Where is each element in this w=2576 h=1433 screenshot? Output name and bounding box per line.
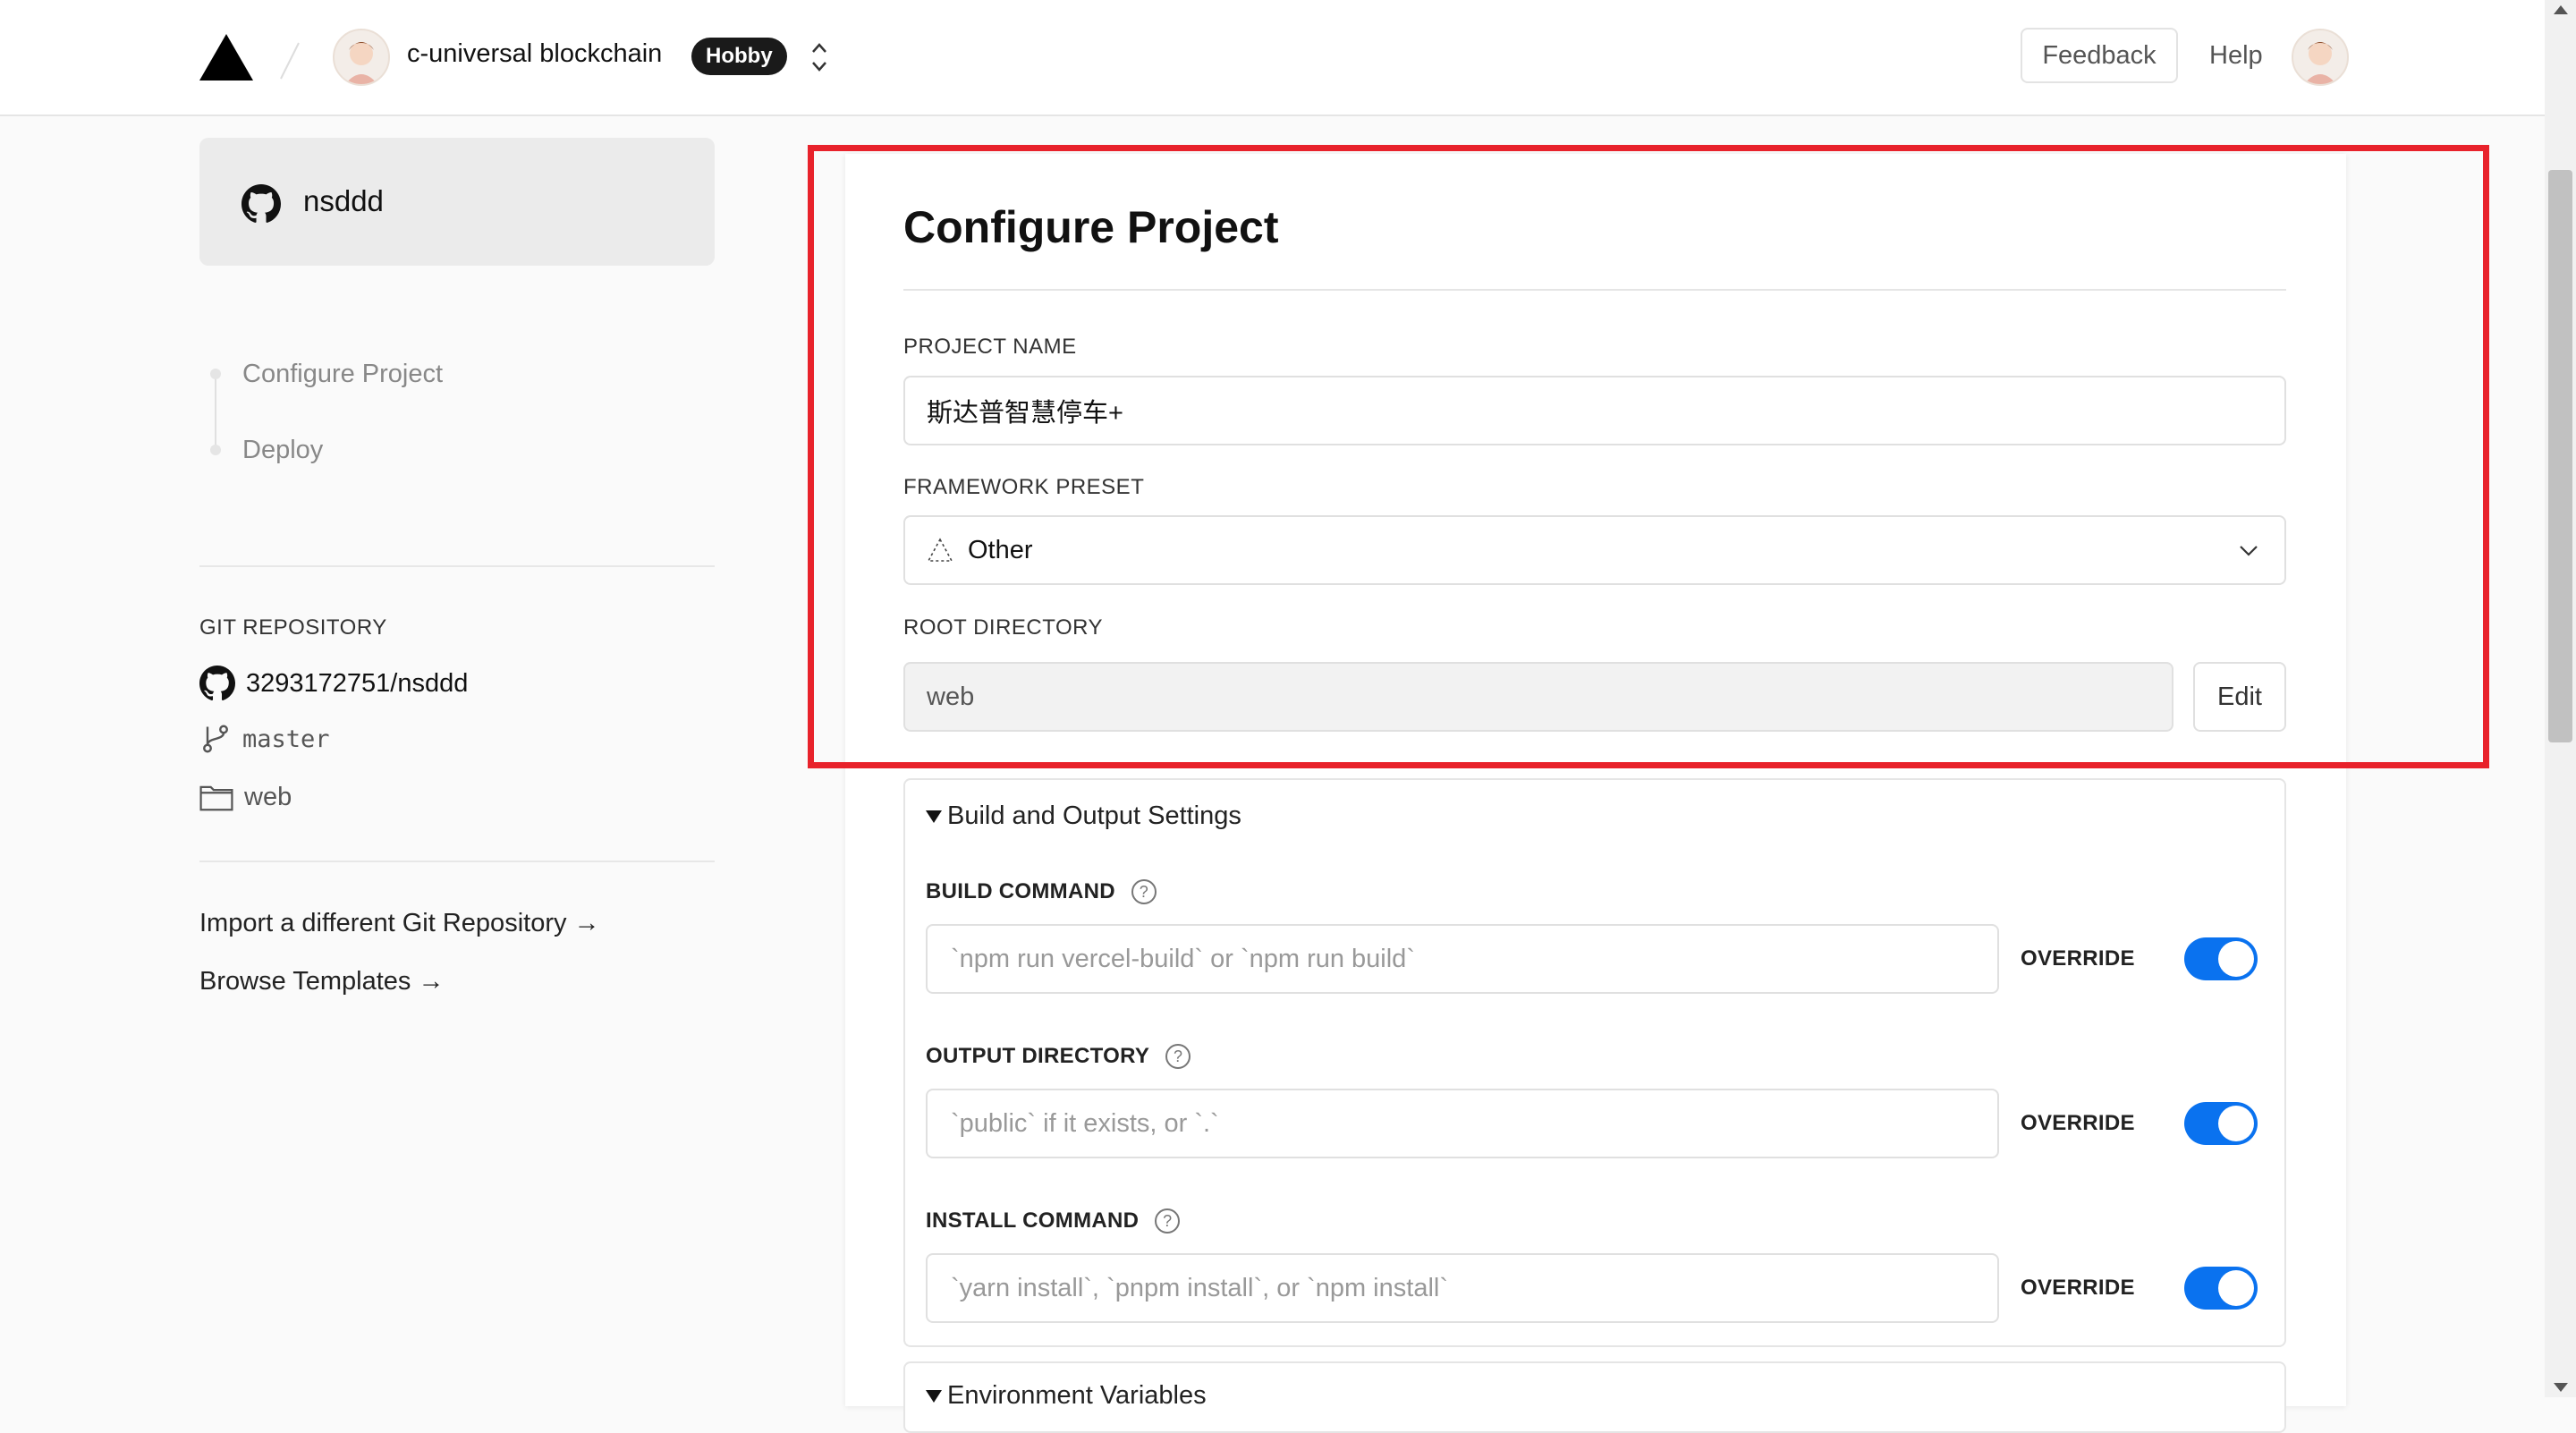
step-configure-project: Configure Project — [242, 360, 444, 388]
output-directory-input[interactable]: `public` if it exists, or `.` — [926, 1089, 1999, 1158]
toggle-knob — [2218, 1270, 2254, 1306]
github-icon — [199, 666, 235, 701]
top-navigation: c-universal blockchain Hobby Feedback He… — [0, 0, 2545, 116]
output-directory-label-row: OUTPUT DIRECTORY ? — [926, 1044, 1191, 1069]
scroll-down-arrow-icon[interactable] — [2554, 1383, 2568, 1392]
branch-name: master — [242, 725, 330, 753]
git-branch-icon — [203, 725, 228, 753]
sidebar-divider — [199, 861, 715, 862]
project-name-input[interactable]: 斯达普智慧停车+ — [903, 376, 2286, 445]
repo-full-name[interactable]: 3293172751/nsddd — [246, 669, 468, 699]
build-output-settings-summary: Build and Output Settings — [947, 801, 1241, 830]
avatar-icon — [345, 42, 377, 84]
avatar-icon — [2304, 42, 2336, 84]
steps-connector — [215, 374, 216, 451]
user-avatar[interactable] — [2292, 29, 2349, 86]
feedback-button[interactable]: Feedback — [2021, 28, 2178, 83]
root-directory-label: ROOT DIRECTORY — [903, 615, 1104, 640]
install-command-label: INSTALL COMMAND — [926, 1208, 1140, 1233]
framework-other-icon — [927, 538, 953, 562]
folder-icon — [199, 785, 233, 811]
question-circle-icon[interactable]: ? — [1155, 1208, 1181, 1234]
build-command-label: BUILD COMMAND — [926, 879, 1115, 903]
question-circle-icon[interactable]: ? — [1165, 1044, 1191, 1069]
root-folder-name: web — [244, 782, 292, 811]
environment-variables-summary: Environment Variables — [947, 1381, 1207, 1410]
edit-root-directory-button[interactable]: Edit — [2193, 662, 2286, 732]
repo-card-name: nsddd — [303, 184, 384, 217]
repo-card: nsddd — [199, 138, 715, 266]
page-scrollbar[interactable] — [2545, 0, 2576, 1397]
framework-preset-label: FRAMEWORK PRESET — [903, 475, 1145, 499]
git-repository-caption: GIT REPOSITORY — [199, 615, 387, 640]
chevron-down-icon — [2240, 546, 2258, 556]
scroll-up-arrow-icon[interactable] — [2554, 5, 2568, 14]
framework-preset-select[interactable]: Other — [903, 515, 2286, 585]
import-different-repo-link[interactable]: Import a different Git Repository → — [199, 909, 600, 938]
project-name-value: 斯达普智慧停车+ — [927, 399, 1123, 428]
build-command-placeholder: `npm run vercel-build` or `npm run build… — [951, 944, 1415, 973]
toggle-knob — [2218, 941, 2254, 977]
output-directory-label: OUTPUT DIRECTORY — [926, 1044, 1150, 1068]
build-output-settings-toggle[interactable]: Build and Output Settings — [926, 801, 1241, 831]
install-command-label-row: INSTALL COMMAND ? — [926, 1208, 1181, 1234]
browse-templates-link[interactable]: Browse Templates → — [199, 967, 444, 996]
project-name-label: PROJECT NAME — [903, 335, 1077, 359]
install-command-placeholder: `yarn install`, `pnpm install`, or `npm … — [951, 1273, 1448, 1302]
build-command-input[interactable]: `npm run vercel-build` or `npm run build… — [926, 924, 1999, 994]
output-directory-override-label: OVERRIDE — [2021, 1111, 2135, 1135]
root-directory-value: web — [927, 682, 975, 711]
branch-row: master — [199, 723, 330, 755]
install-command-input[interactable]: `yarn install`, `pnpm install`, or `npm … — [926, 1253, 1999, 1323]
output-directory-override-toggle[interactable] — [2184, 1102, 2258, 1145]
title-divider — [903, 289, 2286, 291]
install-command-override-label: OVERRIDE — [2021, 1276, 2135, 1300]
build-command-override-toggle[interactable] — [2184, 937, 2258, 980]
step-dot — [210, 369, 221, 379]
build-command-label-row: BUILD COMMAND ? — [926, 879, 1157, 904]
question-circle-icon[interactable]: ? — [1131, 879, 1157, 904]
environment-variables-toggle[interactable]: Environment Variables — [926, 1381, 1207, 1411]
page-title: Configure Project — [903, 202, 1279, 252]
help-link[interactable]: Help — [2209, 41, 2263, 71]
disclosure-triangle-icon — [926, 1389, 942, 1403]
vercel-logo-icon[interactable] — [199, 34, 253, 81]
step-dot — [210, 445, 221, 455]
scrollbar-thumb[interactable] — [2548, 170, 2572, 742]
breadcrumb-separator-icon — [280, 42, 300, 80]
output-directory-placeholder: `public` if it exists, or `.` — [951, 1108, 1219, 1138]
sidebar-divider — [199, 565, 715, 567]
disclosure-triangle-icon — [926, 810, 942, 823]
repo-link-row[interactable]: 3293172751/nsddd — [199, 666, 468, 701]
toggle-knob — [2218, 1106, 2254, 1141]
plan-badge: Hobby — [691, 38, 787, 75]
root-directory-input: web — [903, 662, 2174, 732]
team-avatar[interactable] — [333, 29, 390, 86]
root-folder-row: web — [199, 782, 292, 812]
framework-preset-value: Other — [968, 535, 1033, 564]
install-command-override-toggle[interactable] — [2184, 1267, 2258, 1310]
team-name[interactable]: c-universal blockchain — [407, 39, 662, 69]
team-switcher-chevrons-icon[interactable] — [807, 39, 832, 75]
github-icon — [242, 184, 281, 223]
step-deploy: Deploy — [242, 436, 324, 464]
build-command-override-label: OVERRIDE — [2021, 946, 2135, 971]
